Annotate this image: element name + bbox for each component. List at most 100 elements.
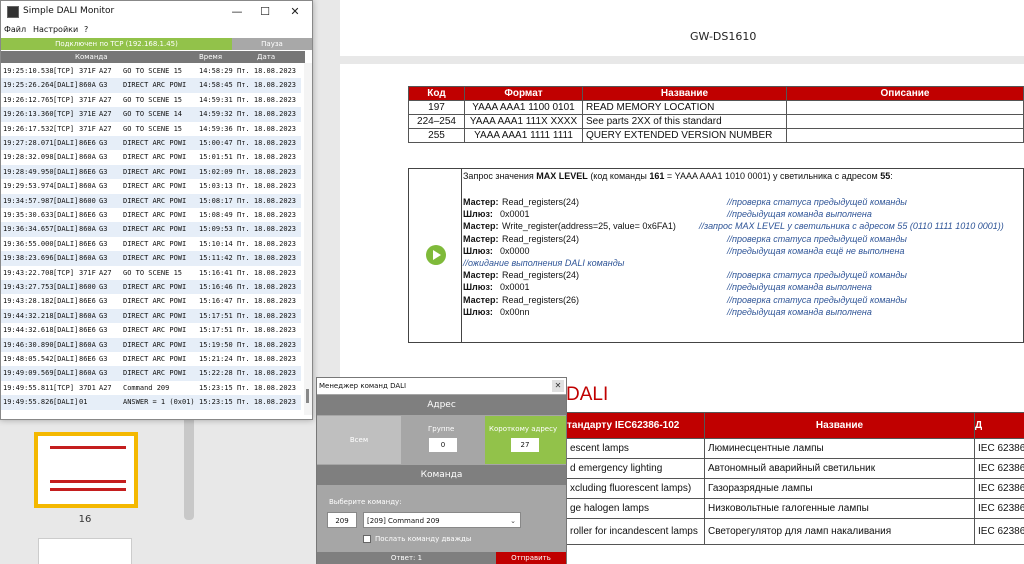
log-cell: 860A [79, 81, 96, 90]
table-row[interactable]: 19:38:23.696 [DALI] 860A G3 DIRECT ARC POWI 1… [1, 251, 301, 266]
table-row[interactable]: 19:26:13.360 [TCP] 371E A27 GO TO SCENE 14 14… [1, 107, 301, 122]
scroll-thumb[interactable] [306, 389, 309, 403]
page-thumbnail[interactable] [38, 538, 132, 564]
address-group-button[interactable]: Группе 0 [401, 416, 485, 464]
table-row: 197 YAAA AAA1 1100 0101 READ MEMORY LOCA… [408, 100, 1024, 115]
log-cell: DIRECT ARC POWI [123, 81, 187, 90]
log-cell: GO TO SCENE 15 [123, 124, 183, 133]
menu-file[interactable]: Файл [4, 25, 26, 34]
log-cell: A27 [99, 383, 112, 392]
log-cell: Command 209 [123, 383, 170, 392]
log-cell: [DALI] [53, 81, 79, 90]
example-role: Мастер: [463, 270, 499, 280]
command-select[interactable]: [209] Command 209 ⌄ [363, 512, 521, 528]
table-row[interactable]: 19:44:32.618 [DALI] 86E6 G3 DIRECT ARC POWI 1… [1, 323, 301, 337]
table-row[interactable]: 19:26:17.532 [TCP] 371F A27 GO TO SCENE 15 14… [1, 122, 301, 136]
maximize-button[interactable]: ☐ [251, 3, 279, 21]
log-cell: Пт. 18.08.2023 [237, 110, 297, 119]
log-cell: [DALI] [53, 153, 79, 162]
table-row[interactable]: 19:48:05.542 [DALI] 86E6 G3 DIRECT ARC POWI 1… [1, 352, 301, 366]
log-cell: [DALI] [53, 297, 79, 306]
log-cell: Пт. 18.08.2023 [237, 211, 297, 219]
table-row[interactable]: 19:25:10.538 [TCP] 371F A27 GO TO SCENE 15 14… [1, 64, 301, 78]
log-cell: [DALI] [53, 283, 79, 291]
log-cell: 860A [79, 311, 96, 320]
manager-titlebar[interactable]: Менеджер команд DALI ✕ [317, 378, 566, 394]
app-icon [7, 6, 19, 18]
table-row[interactable]: 19:28:49.950 [DALI] 86E6 G3 DIRECT ARC POWI 1… [1, 164, 301, 180]
short-address-input[interactable]: 27 [511, 438, 539, 452]
log-cell: 19:35:30.633 [3, 211, 54, 219]
table-row[interactable]: 19:28:32.098 [DALI] 860A G3 DIRECT ARC POWI 1… [1, 150, 301, 164]
log-cell: DIRECT ARC POWI [123, 196, 187, 205]
log-cell: 15:22:28 [199, 369, 233, 378]
table-row[interactable]: 19:43:22.708 [TCP] 371F A27 GO TO SCENE 15 15… [1, 266, 301, 280]
table-row[interactable]: 19:25:26.264 [DALI] 860A G3 DIRECT ARC POWI 1… [1, 78, 301, 93]
log-cell: 860A [79, 254, 96, 263]
table-row[interactable]: 19:44:32.218 [DALI] 860A G3 DIRECT ARC POWI 1… [1, 308, 301, 324]
log-cell: [TCP] [53, 124, 75, 133]
cell: IEC 62386- [974, 458, 1024, 479]
send-button[interactable]: Отправить [496, 552, 566, 564]
page-thumbnail-selected[interactable] [34, 432, 138, 508]
log-cell: 19:27:28.071 [3, 139, 54, 147]
log-cell: [DALI] [53, 355, 79, 363]
command-header: Команда [317, 465, 566, 485]
cell: Газоразрядные лампы [704, 478, 975, 499]
table-row[interactable]: 19:43:28.182 [DALI] 86E6 G3 DIRECT ARC POWI 1… [1, 294, 301, 308]
table-row[interactable]: 19:46:30.890 [DALI] 860A G3 DIRECT ARC POWI 1… [1, 337, 301, 352]
group-input[interactable]: 0 [429, 438, 457, 452]
log-cell: [DALI] [53, 369, 79, 378]
table-row[interactable]: 19:34:57.987 [DALI] 8600 G3 DIRECT ARC POWI 1… [1, 193, 301, 208]
table-row[interactable]: 19:49:55.811 [TCP] 37D1 A27 Command 209 15:23… [1, 381, 301, 395]
log-cell: Пт. 18.08.2023 [237, 297, 297, 306]
cell: xcluding fluorescent lamps) [566, 478, 705, 499]
log-cell: [DALI] [53, 182, 79, 191]
log-cell: G3 [99, 139, 108, 147]
address-short-button[interactable]: Короткому адресу 27 [485, 416, 566, 464]
log-cell: 15:16:46 [199, 283, 233, 291]
log-cell: 860A [79, 153, 96, 162]
log-cell: 19:38:23.696 [3, 254, 54, 263]
table-row[interactable]: 19:27:28.071 [DALI] 86E6 G3 DIRECT ARC POWI 1… [1, 136, 301, 151]
monitor-titlebar[interactable]: Simple DALI Monitor — ☐ ✕ [1, 1, 312, 23]
intro-bold: 161 [649, 171, 665, 181]
log-cell: 8600 [79, 196, 96, 205]
table-row[interactable]: 19:29:53.974 [DALI] 860A G3 DIRECT ARC POWI 1… [1, 179, 301, 193]
log-cell: 15:16:47 [199, 297, 233, 306]
table-row[interactable]: 19:49:09.569 [DALI] 860A G3 DIRECT ARC POWI 1… [1, 366, 301, 381]
menu-settings[interactable]: Настройки [33, 25, 78, 34]
log-cell: 19:43:27.753 [3, 283, 54, 291]
thumbnail-page-number: 16 [78, 514, 92, 525]
example-role: Шлюз: [463, 307, 493, 317]
log-cell: 860A [79, 225, 96, 234]
table-row[interactable]: 19:36:55.000 [DALI] 86E6 G3 DIRECT ARC POWI 1… [1, 237, 301, 251]
log-cell: 371F [79, 124, 96, 133]
intro-text: (код команды [587, 171, 650, 181]
log-cell: A27 [99, 110, 112, 119]
connection-status: Подключен по TCP (192.168.1.45) [1, 38, 232, 50]
table-row[interactable]: 19:43:27.753 [DALI] 8600 G3 DIRECT ARC POWI 1… [1, 280, 301, 295]
cell: READ MEMORY LOCATION [582, 100, 787, 115]
address-all-button[interactable]: Всем [317, 416, 401, 464]
play-icon[interactable] [426, 245, 446, 265]
close-icon[interactable]: ✕ [552, 380, 564, 392]
command-number-input[interactable]: 209 [327, 512, 357, 528]
table-row[interactable]: 19:49:55.826 [DALI] 01 ANSWER = 1 (0x01) 15:… [1, 395, 301, 410]
send-twice-checkbox[interactable] [363, 535, 371, 543]
log-cell: 15:19:50 [199, 340, 233, 349]
table-row[interactable]: 19:35:30.633 [DALI] 86E6 G3 DIRECT ARC POWI 1… [1, 208, 301, 222]
log-cell: Пт. 18.08.2023 [237, 167, 297, 176]
menu-help[interactable]: ? [84, 25, 88, 34]
log-cell: A27 [99, 268, 112, 277]
minimize-button[interactable]: — [223, 3, 251, 21]
log-cell: DIRECT ARC POWI [123, 326, 187, 335]
log-cell: 371F [79, 67, 96, 75]
close-button[interactable]: ✕ [281, 3, 309, 21]
cell: roller for incandescent lamps [566, 518, 705, 545]
pause-button[interactable]: Пауза [232, 38, 312, 50]
table-row[interactable]: 19:26:12.765 [TCP] 371F A27 GO TO SCENE 15 14… [1, 93, 301, 107]
table-row[interactable]: 19:36:34.657 [DALI] 860A G3 DIRECT ARC POWI 1… [1, 222, 301, 237]
log-scrollbar[interactable] [304, 63, 312, 415]
log-cell: 14:58:29 [199, 67, 233, 75]
